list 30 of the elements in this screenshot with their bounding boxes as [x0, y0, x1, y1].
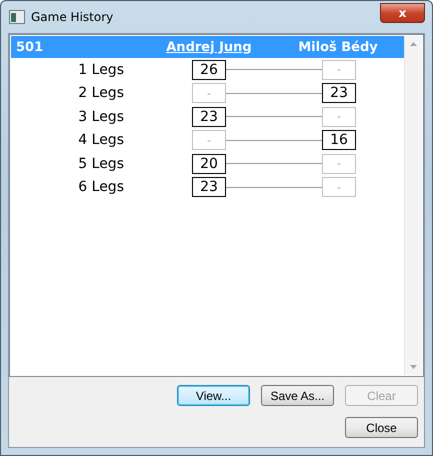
score-cell: -: [192, 130, 226, 150]
score-cell: 16: [322, 130, 356, 150]
scroll-up-icon[interactable]: [410, 42, 417, 46]
score-cell: -: [322, 154, 356, 174]
close-dialog-button[interactable]: Close: [345, 417, 418, 438]
score-cell: 23: [322, 83, 356, 104]
score-cell: 23: [192, 106, 226, 127]
leg-label: 5 Legs: [77, 156, 124, 172]
save-button[interactable]: Save As...: [261, 385, 334, 406]
scrollbar[interactable]: [404, 36, 422, 375]
window-close-button[interactable]: x: [380, 3, 425, 23]
score-cell: -: [322, 60, 356, 80]
leg-label: 3 Legs: [77, 108, 124, 125]
leg-label: 1 Legs: [77, 62, 124, 78]
score-cell: -: [322, 106, 356, 127]
score-cell: -: [322, 177, 356, 198]
player-name[interactable]: Miloš Bédy: [269, 40, 407, 54]
score-cell: 20: [192, 154, 226, 174]
window-title: Game History: [31, 10, 114, 24]
window-icon: [9, 10, 25, 24]
scroll-down-icon[interactable]: [410, 365, 417, 369]
leg-label: 4 Legs: [77, 132, 124, 148]
leg-label: 6 Legs: [77, 179, 124, 196]
view-button[interactable]: View...: [177, 385, 250, 406]
game-type: 501: [15, 40, 44, 54]
score-cell: -: [192, 83, 226, 104]
score-cell: 23: [192, 177, 226, 198]
score-cell: 26: [192, 60, 226, 80]
player-name[interactable]: Andrej Jung: [149, 40, 269, 54]
leg-label: 2 Legs: [77, 85, 124, 102]
